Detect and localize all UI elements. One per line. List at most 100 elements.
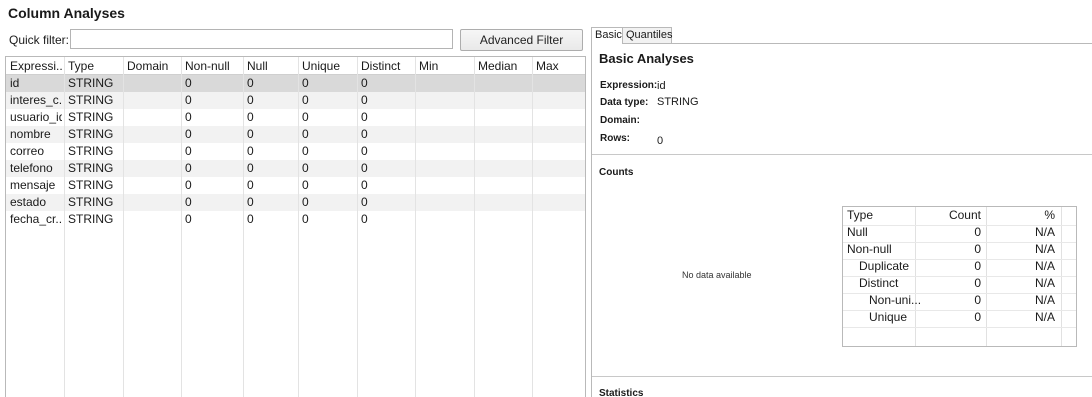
counts-type: Non-null [847, 242, 892, 256]
counts-title: Counts [599, 167, 634, 178]
column-header[interactable]: Non-null [185, 58, 241, 75]
column-header[interactable]: Max [536, 58, 585, 75]
counts-count: 0 [974, 293, 981, 307]
data-type-value: STRING [657, 96, 699, 108]
column-header[interactable]: Expressi... [10, 58, 62, 75]
counts-type: Null [847, 225, 868, 239]
counts-count: 0 [974, 242, 981, 256]
advanced-filter-button[interactable]: Advanced Filter [460, 29, 583, 51]
table-cell [536, 92, 585, 109]
counts-count: 0 [974, 259, 981, 273]
table-cell: usuario_id [10, 110, 62, 124]
table-cell: STRING [68, 178, 114, 192]
counts-percent: N/A [1034, 225, 1055, 239]
table-cell [536, 211, 585, 228]
table-cell: 0 [302, 195, 309, 209]
table-cell: STRING [68, 144, 114, 158]
data-type-label: Data type: [600, 97, 649, 108]
section-separator [592, 154, 1092, 155]
table-cell [536, 143, 585, 160]
counts-count: 0 [974, 276, 981, 290]
table-cell: 0 [302, 110, 309, 124]
table-cell: STRING [68, 161, 114, 175]
table-cell: 0 [361, 93, 368, 107]
column-header[interactable]: Unique [302, 58, 355, 75]
table-cell: STRING [68, 212, 114, 226]
rows-label: Rows: [600, 133, 630, 144]
section-separator [592, 376, 1092, 377]
table-cell: STRING [68, 110, 114, 124]
table-cell: 0 [361, 127, 368, 141]
column-divider [243, 57, 244, 397]
counts-percent: N/A [1034, 242, 1055, 256]
table-cell [419, 211, 472, 228]
rows-value: 0 [657, 135, 664, 147]
table-cell: STRING [68, 76, 114, 90]
table-cell: 0 [361, 161, 368, 175]
column-divider [64, 57, 65, 397]
table-cell: 0 [247, 178, 254, 192]
counts-header: Count [948, 208, 981, 222]
table-cell: id [10, 76, 20, 90]
column-divider [474, 57, 475, 397]
table-cell: STRING [68, 93, 114, 107]
statistics-title: Statistics [599, 388, 644, 397]
table-cell [478, 177, 530, 194]
counts-count: 0 [974, 310, 981, 324]
table-cell [127, 211, 179, 228]
table-cell: 0 [185, 161, 192, 175]
table-cell: correo [10, 144, 45, 158]
table-cell: STRING [68, 127, 114, 141]
table-cell: 0 [247, 212, 254, 226]
counts-type: Distinct [859, 276, 899, 290]
table-cell: 0 [185, 178, 192, 192]
table-cell [478, 75, 530, 92]
table-cell [478, 126, 530, 143]
tab-quantiles[interactable]: Quantiles [622, 27, 672, 44]
table-cell: 0 [302, 212, 309, 226]
column-header[interactable]: Type [68, 58, 121, 75]
tab-basic[interactable]: Basic [591, 27, 623, 44]
column-header[interactable]: Domain [127, 58, 179, 75]
column-header[interactable]: Median [478, 58, 530, 75]
table-cell: 0 [185, 93, 192, 107]
table-cell [419, 109, 472, 126]
table-cell [127, 143, 179, 160]
table-cell [127, 194, 179, 211]
counts-header: % [1044, 208, 1055, 222]
table-cell: 0 [185, 110, 192, 124]
quick-filter-input[interactable] [70, 29, 453, 49]
column-analyses-grid[interactable]: Expressi... Type Domain Non-null Null Unique D… [5, 56, 586, 397]
table-cell: 0 [361, 195, 368, 209]
table-cell [127, 92, 179, 109]
table-cell: 0 [185, 195, 192, 209]
table-cell [419, 143, 472, 160]
table-cell: interes_c... [10, 93, 62, 107]
column-divider [181, 57, 182, 397]
table-cell [127, 75, 179, 92]
counts-type: Duplicate [859, 259, 910, 273]
table-cell: 0 [302, 144, 309, 158]
expression-value: id [657, 80, 666, 92]
counts-header: Type [847, 208, 874, 222]
table-cell [478, 109, 530, 126]
counts-percent: N/A [1034, 310, 1055, 324]
panel-border [591, 43, 592, 397]
table-cell [127, 126, 179, 143]
counts-table: Type Count% Null 0 N/A Non-null 0 N/A Duplicate 0… [842, 206, 1077, 347]
table-cell: 0 [361, 110, 368, 124]
table-cell [419, 92, 472, 109]
table-cell: estado [10, 195, 47, 209]
quick-filter-label: Quick filter: [9, 33, 70, 47]
table-cell [536, 109, 585, 126]
table-cell [536, 160, 585, 177]
column-header[interactable]: Min [419, 58, 472, 75]
table-cell [478, 143, 530, 160]
table-cell [419, 177, 472, 194]
table-cell [478, 92, 530, 109]
column-header[interactable]: Distinct [361, 58, 413, 75]
table-cell: 0 [185, 127, 192, 141]
table-cell: 0 [247, 93, 254, 107]
column-divider [123, 57, 124, 397]
column-header[interactable]: Null [247, 58, 296, 75]
